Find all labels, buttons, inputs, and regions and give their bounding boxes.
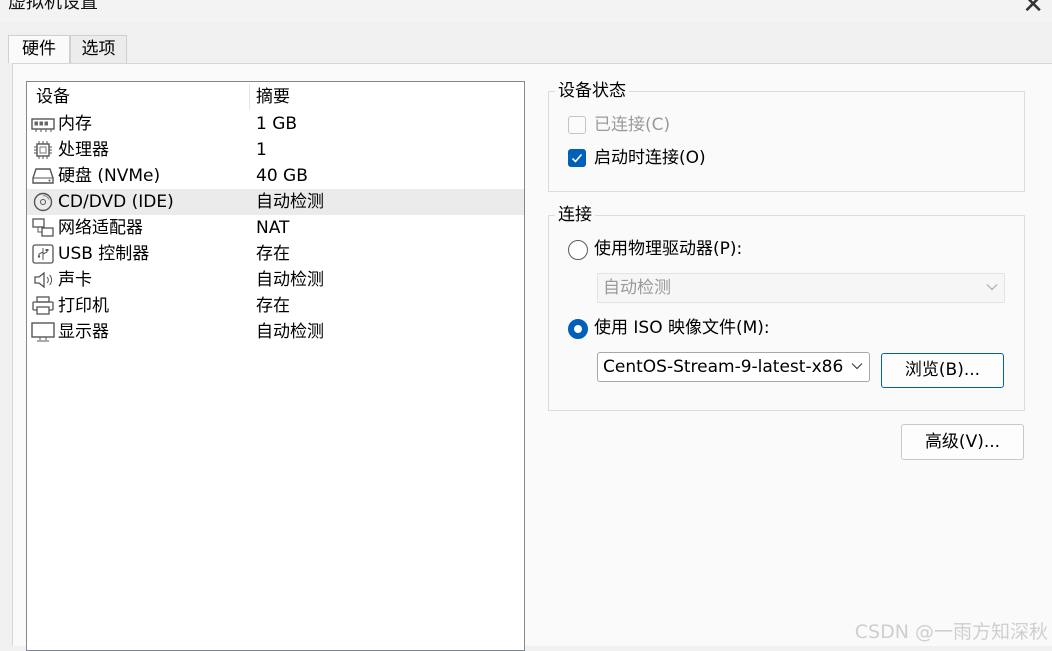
connect-at-power-on-checkbox[interactable] (568, 149, 586, 167)
device-list-header: 设备 摘要 (27, 82, 524, 111)
memory-icon (31, 118, 55, 132)
device-name: 显示器 (58, 322, 109, 342)
chevron-down-icon (851, 362, 863, 370)
connect-at-power-on-label: 启动时连接(O) (594, 148, 706, 168)
column-header-summary[interactable]: 摘要 (256, 86, 290, 108)
column-header-device[interactable]: 设备 (36, 86, 70, 108)
device-name: 打印机 (58, 296, 109, 316)
checkmark-icon (571, 153, 583, 163)
device-row-sound-card[interactable]: 声卡 自动检测 (27, 267, 524, 293)
device-row-network-adapter[interactable]: 网络适配器 NAT (27, 215, 524, 241)
physical-drive-label: 使用物理驱动器(P): (594, 239, 743, 259)
cd-dvd-icon (33, 192, 53, 212)
device-name: USB 控制器 (58, 244, 150, 264)
device-summary: 自动检测 (256, 192, 324, 212)
iso-image-radio[interactable] (568, 319, 588, 339)
browse-button[interactable]: 浏览(B)... (881, 353, 1004, 388)
device-summary: 存在 (256, 296, 290, 316)
device-name: 声卡 (58, 270, 92, 290)
watermark: CSDN @一雨方知深秋 (854, 621, 1048, 643)
title-bar: 虚拟机设置 ✕ (0, 0, 1052, 22)
window-title: 虚拟机设置 (8, 0, 98, 13)
device-row-memory[interactable]: 内存 1 GB (27, 111, 524, 137)
tab-options[interactable]: 选项 (70, 35, 127, 63)
physical-drive-radio[interactable] (568, 240, 588, 260)
sound-card-icon (34, 271, 53, 289)
tab-hardware[interactable]: 硬件 (8, 35, 70, 63)
processor-icon (34, 141, 52, 159)
connected-checkbox[interactable] (568, 116, 586, 134)
device-name: 内存 (58, 114, 92, 134)
iso-path-value: CentOS-Stream-9-latest-x86_64-dvd1.iso (603, 357, 843, 377)
iso-path-combobox[interactable]: CentOS-Stream-9-latest-x86_64-dvd1.iso (597, 352, 870, 382)
iso-image-label: 使用 ISO 映像文件(M): (594, 318, 770, 338)
device-summary: 自动检测 (256, 322, 324, 342)
connected-label: 已连接(C) (594, 115, 671, 135)
hard-disk-icon (32, 168, 54, 184)
device-row-cd-dvd[interactable]: CD/DVD (IDE) 自动检测 (27, 189, 524, 215)
device-row-hard-disk[interactable]: 硬盘 (NVMe) 40 GB (27, 163, 524, 189)
column-separator[interactable] (249, 84, 250, 110)
device-summary: NAT (256, 218, 290, 238)
device-summary: 存在 (256, 244, 290, 264)
advanced-button[interactable]: 高级(V)... (901, 424, 1024, 460)
connection-title: 连接 (555, 204, 595, 226)
physical-drive-select[interactable]: 自动检测 (597, 273, 1005, 303)
device-name: 网络适配器 (58, 218, 143, 238)
device-name: 处理器 (58, 140, 109, 160)
device-name: 硬盘 (NVMe) (58, 166, 161, 186)
usb-icon (32, 244, 54, 264)
device-summary: 40 GB (256, 166, 308, 186)
device-row-processor[interactable]: 处理器 1 (27, 137, 524, 163)
device-row-display[interactable]: 显示器 自动检测 (27, 319, 524, 345)
display-icon (31, 322, 55, 342)
device-summary: 1 GB (256, 114, 298, 134)
device-name: CD/DVD (IDE) (58, 192, 174, 212)
network-adapter-icon (32, 218, 54, 237)
printer-icon (32, 296, 54, 315)
physical-drive-select-value: 自动检测 (603, 278, 671, 298)
device-status-group (548, 91, 1025, 192)
device-summary: 自动检测 (256, 270, 324, 290)
device-row-printer[interactable]: 打印机 存在 (27, 293, 524, 319)
device-row-usb-controller[interactable]: USB 控制器 存在 (27, 241, 524, 267)
device-list[interactable]: 设备 摘要 内存 1 GB 处理器 1 硬盘 (NVMe) 40 GB CD/D… (26, 81, 525, 651)
device-status-title: 设备状态 (555, 80, 629, 102)
close-button[interactable]: ✕ (1022, 0, 1044, 20)
device-summary: 1 (256, 140, 267, 160)
chevron-down-icon (986, 284, 998, 291)
